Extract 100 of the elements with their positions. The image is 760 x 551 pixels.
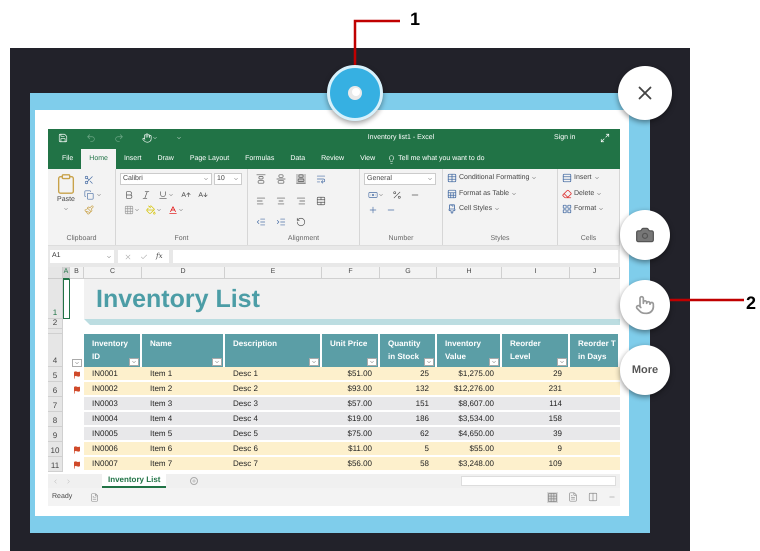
- font-color-icon[interactable]: [168, 205, 178, 215]
- caret-icon[interactable]: [156, 207, 162, 213]
- underline-icon[interactable]: [158, 190, 168, 200]
- table-cell: Desc 4: [233, 412, 258, 424]
- row-header[interactable]: 8: [48, 412, 63, 427]
- caret-icon[interactable]: [427, 176, 433, 182]
- page-layout-icon[interactable]: [568, 492, 578, 502]
- format-painter-icon[interactable]: [84, 205, 94, 215]
- table-cell: 151: [416, 398, 429, 410]
- caret-icon: [531, 175, 538, 182]
- table-cell: $51.00: [348, 368, 372, 380]
- enter-icon[interactable]: [140, 252, 148, 260]
- caret-icon[interactable]: [178, 207, 184, 213]
- merge-icon[interactable]: [316, 196, 326, 206]
- bottom-align-icon[interactable]: [296, 174, 306, 184]
- italic-icon[interactable]: [141, 190, 151, 200]
- row-header[interactable]: 10: [48, 442, 63, 457]
- caret-icon[interactable]: [168, 192, 174, 198]
- top-align-icon[interactable]: [256, 174, 266, 184]
- column-heading: Description: [233, 338, 278, 350]
- caret-icon[interactable]: [63, 206, 69, 212]
- filter-dropdown[interactable]: [129, 358, 139, 366]
- currency-icon[interactable]: [368, 190, 378, 200]
- borders-icon[interactable]: [124, 205, 134, 215]
- filter-dropdown[interactable]: [557, 358, 567, 366]
- align-center-icon[interactable]: [276, 196, 286, 206]
- row-header[interactable]: 2: [48, 319, 63, 329]
- new-sheet-icon[interactable]: [190, 477, 198, 485]
- caret-icon[interactable]: [134, 207, 140, 213]
- percent-icon[interactable]: [392, 190, 402, 200]
- sheet-icon: [447, 188, 457, 199]
- page-break-icon[interactable]: [588, 492, 598, 502]
- align-right-icon[interactable]: [296, 196, 306, 206]
- scroll-left-icon[interactable]: [52, 478, 59, 484]
- row-header[interactable]: 1: [48, 279, 63, 319]
- column-heading: Reorder T in Days: [578, 338, 616, 363]
- filter-dropdown[interactable]: [424, 358, 434, 366]
- filter-dropdown[interactable]: [367, 358, 377, 366]
- decrease-indent-icon[interactable]: [256, 217, 266, 228]
- table-cell: $75.00: [348, 428, 372, 440]
- caret-icon[interactable]: [96, 192, 102, 198]
- table-cell: $4,650.00: [458, 428, 494, 440]
- caret-icon[interactable]: [106, 254, 112, 260]
- undo-icon[interactable]: [86, 133, 96, 143]
- eraser-icon: [562, 188, 572, 199]
- column-heading: Inventory Value: [445, 338, 482, 363]
- table-cell: Item 3: [150, 398, 172, 410]
- caret-icon[interactable]: [378, 192, 384, 198]
- caret-icon: [494, 206, 500, 212]
- scissors-icon[interactable]: [84, 175, 94, 185]
- cancel-icon[interactable]: [124, 252, 132, 260]
- scroll-right-icon[interactable]: [65, 478, 72, 484]
- normal-view-icon[interactable]: [547, 492, 558, 502]
- table-cell: $55.00: [470, 442, 494, 454]
- column-heading: Unit Price: [330, 338, 368, 350]
- macro-record-icon[interactable]: [90, 492, 100, 502]
- filter-dropdown[interactable]: [212, 358, 222, 366]
- horizontal-scrollbar[interactable]: [461, 476, 616, 486]
- bold-icon[interactable]: [124, 190, 134, 200]
- caret-icon[interactable]: [203, 176, 209, 182]
- selected-cell[interactable]: [63, 279, 70, 319]
- row-header[interactable]: 5: [48, 367, 63, 382]
- row-header[interactable]: 4: [48, 334, 63, 367]
- save-icon[interactable]: [58, 133, 68, 143]
- touch-mode-icon[interactable]: [142, 133, 152, 143]
- orientation-icon[interactable]: [296, 217, 306, 228]
- sheet-tab[interactable]: Inventory List: [102, 474, 166, 488]
- filter-dropdown[interactable]: [72, 359, 82, 367]
- align-left-icon[interactable]: [256, 196, 266, 206]
- table-cell: 9: [558, 442, 562, 454]
- table-cell: $3,534.00: [458, 412, 494, 424]
- ribbon-display-icon[interactable]: [600, 133, 610, 143]
- caret-icon[interactable]: [233, 176, 239, 182]
- redo-icon[interactable]: [114, 133, 124, 143]
- table-cell: $8,607.00: [458, 398, 494, 410]
- caret-icon[interactable]: [176, 135, 182, 141]
- table-cell: IN0004: [92, 412, 118, 424]
- table-cell: $56.00: [348, 458, 372, 470]
- caret-icon: [594, 175, 600, 182]
- filter-dropdown[interactable]: [489, 358, 499, 366]
- increase-indent-icon[interactable]: [276, 217, 286, 228]
- table-cell: $1,275.00: [458, 368, 494, 380]
- row-header[interactable]: 6: [48, 382, 63, 397]
- row-header[interactable]: 7: [48, 397, 63, 412]
- table-cell: Desc 2: [233, 382, 258, 394]
- caret-icon: [369, 359, 375, 365]
- fill-color-icon[interactable]: [146, 205, 156, 215]
- wrap-text-icon[interactable]: [316, 174, 326, 184]
- lightbulb-icon[interactable]: [387, 154, 396, 164]
- grid-icon: [562, 204, 572, 214]
- shrink-font-icon[interactable]: [198, 190, 208, 200]
- grow-font-icon[interactable]: [181, 190, 191, 200]
- caret-icon[interactable]: [152, 135, 158, 141]
- middle-align-icon[interactable]: [276, 174, 286, 184]
- copy-icon[interactable]: [84, 190, 94, 200]
- knob-icon: [347, 85, 363, 101]
- filter-dropdown[interactable]: [309, 358, 319, 366]
- row-header[interactable]: 11: [48, 457, 63, 472]
- table-cell: $57.00: [348, 398, 372, 410]
- row-header[interactable]: 9: [48, 427, 63, 442]
